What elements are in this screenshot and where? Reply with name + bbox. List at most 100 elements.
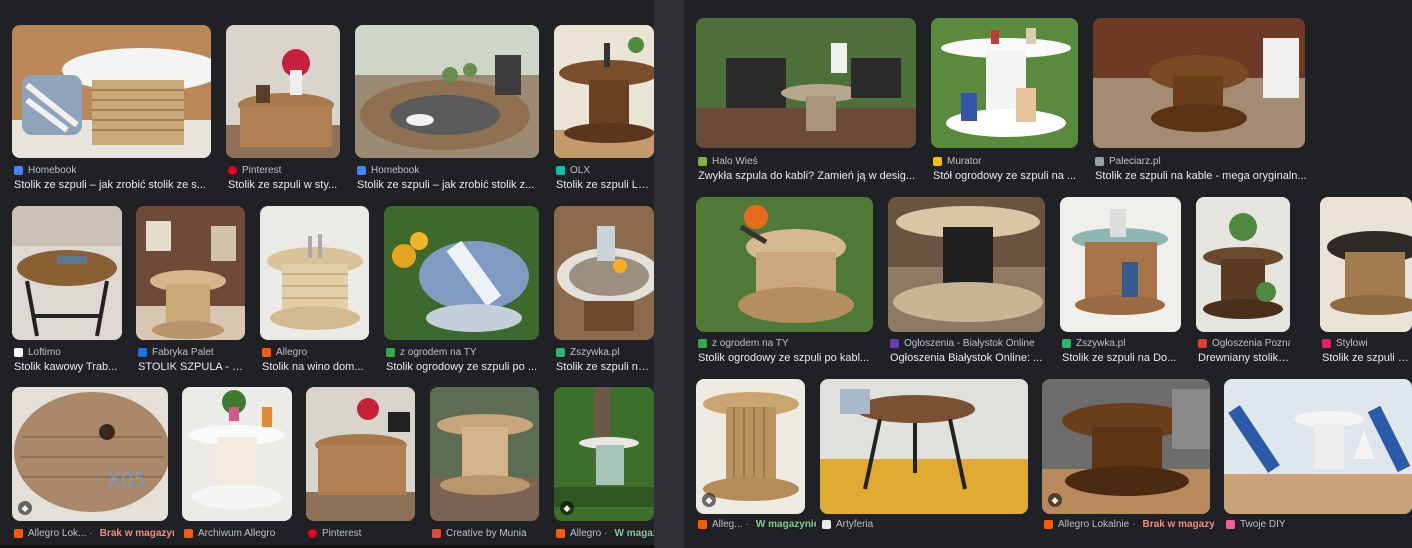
stock-status: Brak w magazynie <box>99 528 174 539</box>
source-favicon-icon <box>822 520 831 529</box>
image-thumbnail[interactable] <box>888 197 1045 332</box>
source-name: Pinterest <box>322 528 362 539</box>
stock-status: W magazynie <box>614 528 654 539</box>
shopping-tag-icon: ◆ <box>560 501 574 515</box>
image-thumbnail[interactable] <box>430 387 539 521</box>
source-favicon-icon <box>308 529 317 538</box>
result-title-link[interactable]: Stolik ze szpuli – jak zrobić stolik z..… <box>357 179 539 191</box>
stock-status: Brak w magazynie <box>1142 519 1214 530</box>
source-name: z ogrodem na TY <box>400 347 477 358</box>
source-name: Ogłoszenia - Białystok Online <box>904 338 1035 349</box>
shopping-tag-icon: ◆ <box>18 501 32 515</box>
source-name: Alleg... <box>712 519 743 530</box>
image-thumbnail[interactable]: ◆ <box>554 387 654 521</box>
result-title-link[interactable]: Ogłoszenia Białystok Online: ... <box>890 352 1046 364</box>
source-name: OLX <box>570 165 591 176</box>
source-name: Twoje DIY <box>1240 519 1286 530</box>
image-thumbnail[interactable] <box>260 206 369 340</box>
shopping-tag-icon: ◆ <box>1048 493 1062 507</box>
image-thumbnail[interactable] <box>12 206 122 340</box>
source-name: z ogrodem na TY <box>712 338 789 349</box>
image-thumbnail[interactable] <box>1060 197 1181 332</box>
source-favicon-icon <box>556 529 565 538</box>
image-thumbnail[interactable] <box>306 387 415 521</box>
result-title-link[interactable]: Stolik ze szpuli na ... <box>1322 352 1412 364</box>
source-name: Fabryka Palet <box>152 347 214 358</box>
source-favicon-icon <box>556 166 565 175</box>
image-thumbnail[interactable] <box>696 197 873 332</box>
source-name: Zszywka.pl <box>1076 338 1126 349</box>
source-name: Homebook <box>28 165 77 176</box>
image-thumbnail[interactable] <box>384 206 539 340</box>
source-favicon-icon <box>698 339 707 348</box>
source-favicon-icon <box>1062 339 1071 348</box>
source-favicon-icon <box>933 157 942 166</box>
source-name: Archiwum Allegro <box>198 528 276 539</box>
image-thumbnail[interactable] <box>12 25 211 158</box>
source-name: Stylowi <box>1336 338 1368 349</box>
source-name: Allegro Lokalnie <box>1058 519 1130 530</box>
image-thumbnail[interactable] <box>931 18 1078 148</box>
source-name: Artyferia <box>836 519 874 530</box>
result-title-link[interactable]: Stolik ze szpuli – jak zrobić stolik ze … <box>14 179 210 191</box>
result-title-link[interactable]: Stolik ze szpuli na Z... <box>556 361 654 373</box>
source-favicon-icon <box>14 348 23 357</box>
result-title-link[interactable]: Drewniany stolik ze ... <box>1198 352 1290 364</box>
source-favicon-icon <box>14 529 23 538</box>
source-favicon-icon <box>432 529 441 538</box>
result-title-link[interactable]: Stolik ogrodowy ze szpuli po kabl... <box>698 352 875 364</box>
source-favicon-icon <box>1226 520 1235 529</box>
result-title-link[interactable]: Stolik kawowy Trab... <box>14 361 122 373</box>
panel-divider <box>654 0 684 548</box>
source-favicon-icon <box>698 520 707 529</box>
source-favicon-icon <box>184 529 193 538</box>
source-name: Allegro Lok... <box>28 528 87 539</box>
result-title-link[interactable]: Zwykła szpula do kabli? Zamień ją w desi… <box>698 170 916 182</box>
image-thumbnail[interactable] <box>355 25 539 158</box>
result-title-link[interactable]: Stolik ze szpuli na kable - mega orygina… <box>1095 170 1307 182</box>
result-title-link[interactable]: Stolik ze szpuli na Do... <box>1062 352 1182 364</box>
source-favicon-icon <box>556 348 565 357</box>
image-thumbnail[interactable] <box>136 206 245 340</box>
source-name: Pinterest <box>242 165 282 176</box>
shopping-tag-icon: ◆ <box>702 493 716 507</box>
stock-status: W magazynie <box>755 519 816 530</box>
result-title-link[interactable]: Stolik na wino dom... <box>262 361 370 373</box>
image-thumbnail[interactable] <box>1224 379 1412 514</box>
image-thumbnail[interactable] <box>820 379 1028 514</box>
source-name: Zszywka.pl <box>570 347 620 358</box>
source-favicon-icon <box>138 348 147 357</box>
left-image-results-panel: Homebook Stolik ze szpuli – jak zrobić s… <box>0 0 654 548</box>
image-thumbnail[interactable]: ◆ <box>696 379 805 514</box>
image-thumbnail[interactable] <box>226 25 340 158</box>
source-favicon-icon <box>1198 339 1207 348</box>
source-name: Creative by Munia <box>446 528 527 539</box>
source-favicon-icon <box>1095 157 1104 166</box>
result-title-link[interactable]: Stolik ogrodowy ze szpuli po ... <box>386 361 539 373</box>
image-thumbnail[interactable] <box>1320 197 1412 332</box>
image-thumbnail[interactable] <box>554 25 654 158</box>
image-thumbnail[interactable]: ◆ <box>1042 379 1210 514</box>
result-title-link[interactable]: STOLIK SZPULA - F... <box>138 361 246 373</box>
image-thumbnail[interactable]: X05 ◆ <box>12 387 168 521</box>
source-name: Halo Wieś <box>712 156 758 167</box>
result-title-link[interactable]: Stół ogrodowy ze szpuli na ... <box>933 170 1079 182</box>
source-name: Paleciarz.pl <box>1109 156 1161 167</box>
source-favicon-icon <box>228 166 237 175</box>
image-thumbnail[interactable] <box>554 206 654 340</box>
source-favicon-icon <box>890 339 899 348</box>
image-thumbnail[interactable] <box>1093 18 1305 148</box>
source-name: Murator <box>947 156 982 167</box>
svg-text:X05: X05 <box>107 468 146 492</box>
image-thumbnail[interactable] <box>696 18 916 148</box>
image-thumbnail[interactable] <box>182 387 292 521</box>
source-name: Allegro <box>570 528 602 539</box>
source-favicon-icon <box>262 348 271 357</box>
source-name: Homebook <box>371 165 420 176</box>
source-favicon-icon <box>698 157 707 166</box>
image-thumbnail[interactable] <box>1196 197 1290 332</box>
result-title-link[interactable]: Stolik ze szpuli Loft... <box>556 179 654 191</box>
source-favicon-icon <box>1322 339 1331 348</box>
source-name: Allegro <box>276 347 308 358</box>
result-title-link[interactable]: Stolik ze szpuli w sty... <box>228 179 340 191</box>
